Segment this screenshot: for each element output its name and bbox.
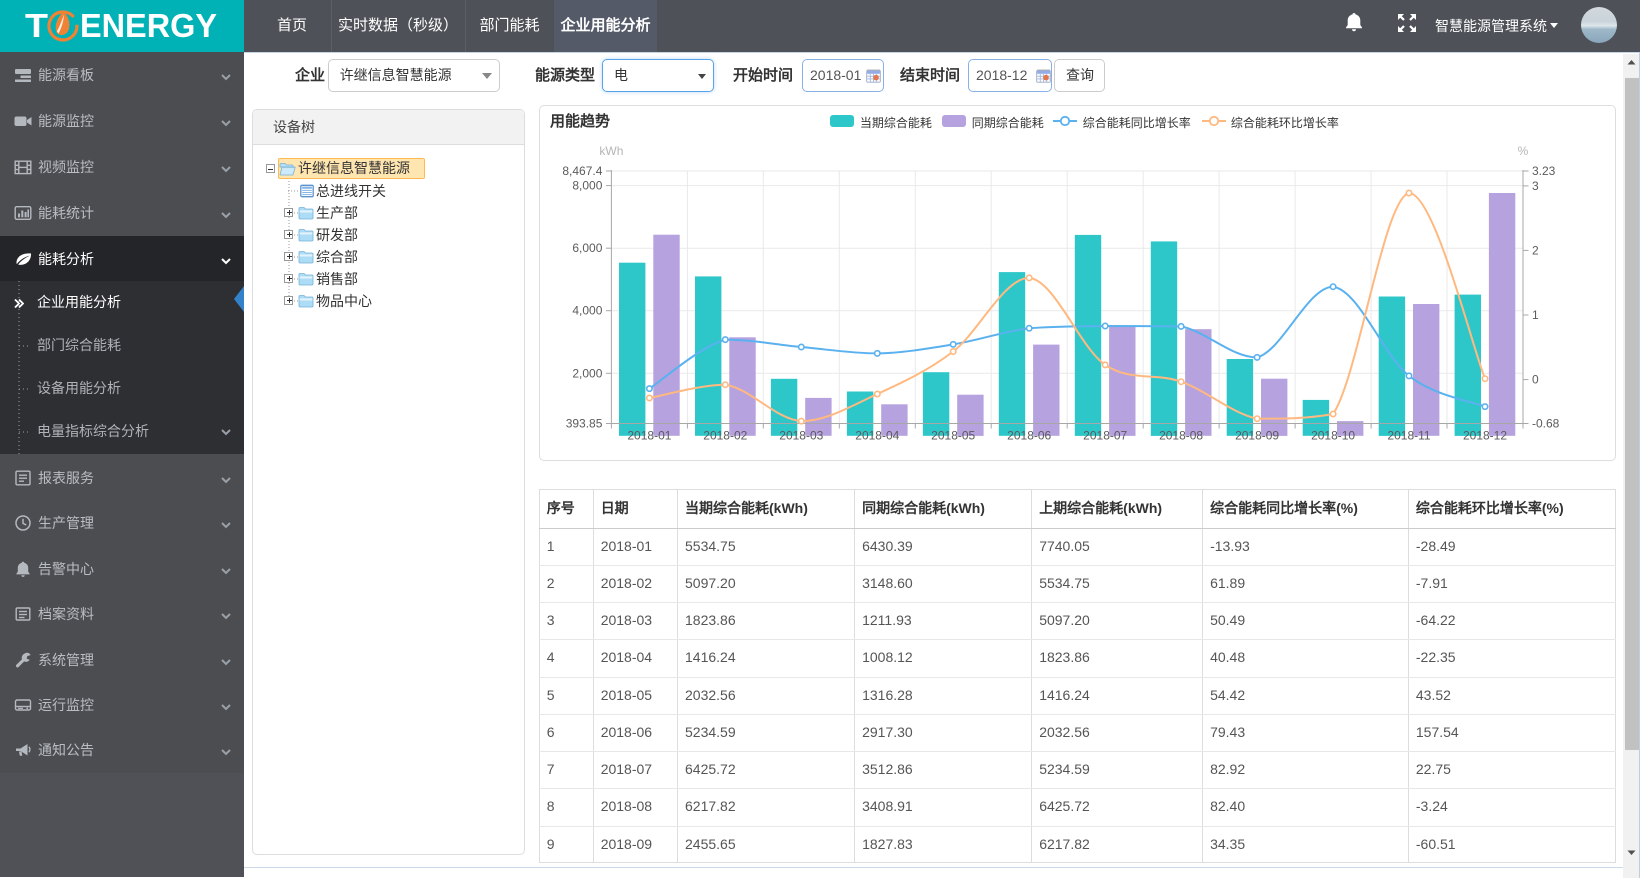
svg-text:2018-12: 2018-12 — [1463, 429, 1507, 443]
svg-text:2018-06: 2018-06 — [1007, 429, 1051, 443]
svg-text:2018-03: 2018-03 — [779, 429, 823, 443]
svg-text:393.85: 393.85 — [566, 417, 603, 431]
svg-text:%: % — [1518, 144, 1529, 158]
svg-text:3: 3 — [1532, 179, 1539, 193]
svg-text:2018-04: 2018-04 — [855, 429, 899, 443]
svg-text:0: 0 — [1532, 373, 1539, 387]
svg-text:2018-11: 2018-11 — [1387, 429, 1430, 443]
svg-text:8,000: 8,000 — [572, 179, 602, 193]
svg-text:2018-02: 2018-02 — [703, 429, 747, 443]
svg-text:2018-05: 2018-05 — [931, 429, 975, 443]
svg-text:2018-07: 2018-07 — [1083, 429, 1127, 443]
svg-text:6,000: 6,000 — [572, 241, 602, 255]
svg-text:2: 2 — [1532, 243, 1539, 257]
svg-text:2018-08: 2018-08 — [1159, 429, 1203, 443]
svg-text:8,467.4: 8,467.4 — [562, 164, 602, 178]
svg-text:2018-10: 2018-10 — [1311, 429, 1355, 443]
svg-text:ENERGY: ENERGY — [80, 7, 217, 44]
svg-text:3.23: 3.23 — [1532, 164, 1556, 178]
svg-text:2,000: 2,000 — [572, 366, 602, 380]
svg-text:4,000: 4,000 — [572, 304, 602, 318]
svg-text:2018-01: 2018-01 — [627, 429, 671, 443]
svg-text:2018-09: 2018-09 — [1235, 429, 1279, 443]
svg-text:1: 1 — [1532, 308, 1539, 322]
svg-text:T: T — [25, 7, 48, 44]
svg-text:kWh: kWh — [599, 144, 623, 158]
svg-text:-0.68: -0.68 — [1532, 417, 1560, 431]
